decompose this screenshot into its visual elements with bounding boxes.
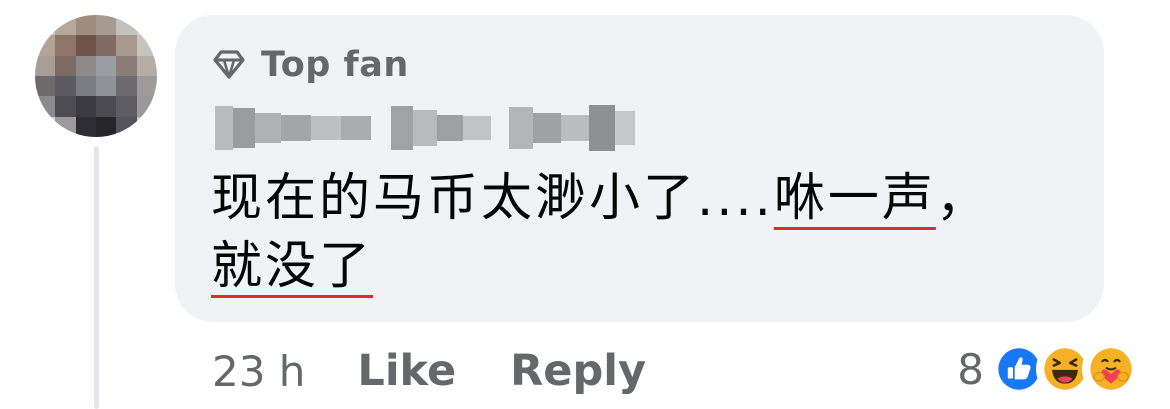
avatar-pixel <box>75 55 96 76</box>
avatar-pixel <box>55 55 76 76</box>
comment-text: 现在的马币太渺小了....咻一声， 就没了 <box>211 165 1091 301</box>
misspelled-word[interactable]: 咻一声 <box>774 169 936 228</box>
avatar[interactable] <box>35 15 157 137</box>
avatar-pixel <box>116 76 137 97</box>
avatar-pixel <box>116 96 137 117</box>
misspelled-word[interactable]: 就没了 <box>211 237 373 296</box>
avatar-pixel <box>116 55 137 76</box>
avatar-pixel <box>55 15 76 36</box>
avatar-pixel <box>55 96 76 117</box>
diamond-icon <box>213 50 245 79</box>
avatar-pixel <box>55 35 76 56</box>
avatar-pixel <box>136 55 157 76</box>
comment-bubble: Top fan 现在的马币太渺小了....咻一声， 就没了 <box>175 15 1104 322</box>
avatar-pixel <box>96 35 117 56</box>
avatar-pixel <box>136 35 157 56</box>
badge-label: Top fan <box>261 45 409 85</box>
author-name-redacted[interactable] <box>215 101 635 155</box>
avatar-pixel <box>35 35 56 56</box>
avatar-pixel <box>136 116 157 137</box>
avatar-pixel <box>116 116 137 137</box>
avatar-pixel <box>116 35 137 56</box>
avatar-pixel <box>75 116 96 137</box>
avatar-pixel <box>35 76 56 97</box>
avatar-pixel <box>35 15 56 36</box>
avatar-pixel <box>35 96 56 117</box>
avatar-pixel <box>136 15 157 36</box>
like-button[interactable]: Like <box>357 346 456 396</box>
avatar-pixel <box>96 15 117 36</box>
comment-thread: Top fan 现在的马币太渺小了....咻一声， 就没了 23 h Like … <box>0 0 1170 409</box>
avatar-pixel <box>96 116 117 137</box>
avatar-pixel <box>136 76 157 97</box>
thread-line <box>94 146 99 409</box>
avatar-pixel <box>96 76 117 97</box>
avatar-pixel <box>35 55 56 76</box>
avatar-pixel <box>136 96 157 117</box>
avatar-pixel <box>55 116 76 137</box>
avatar-pixel <box>55 76 76 97</box>
avatar-pixel <box>75 35 96 56</box>
top-fan-badge[interactable]: Top fan <box>211 45 409 85</box>
reaction-count: 8 <box>957 344 984 394</box>
comment-text-punct: ， <box>935 169 990 228</box>
avatar-pixel <box>96 55 117 76</box>
avatar-pixel <box>75 15 96 36</box>
reply-button[interactable]: Reply <box>510 346 646 396</box>
reaction-summary[interactable]: 8 <box>957 338 1140 400</box>
avatar-pixel <box>35 116 56 137</box>
care-icon <box>1082 340 1140 398</box>
comment-actions: 23 h Like Reply <box>212 336 700 406</box>
comment-text-part: 现在的马币太渺小了.... <box>211 169 774 228</box>
avatar-pixel <box>96 96 117 117</box>
avatar-pixel <box>75 96 96 117</box>
timestamp[interactable]: 23 h <box>212 347 305 396</box>
avatar-pixel <box>116 15 137 36</box>
avatar-pixel <box>75 76 96 97</box>
